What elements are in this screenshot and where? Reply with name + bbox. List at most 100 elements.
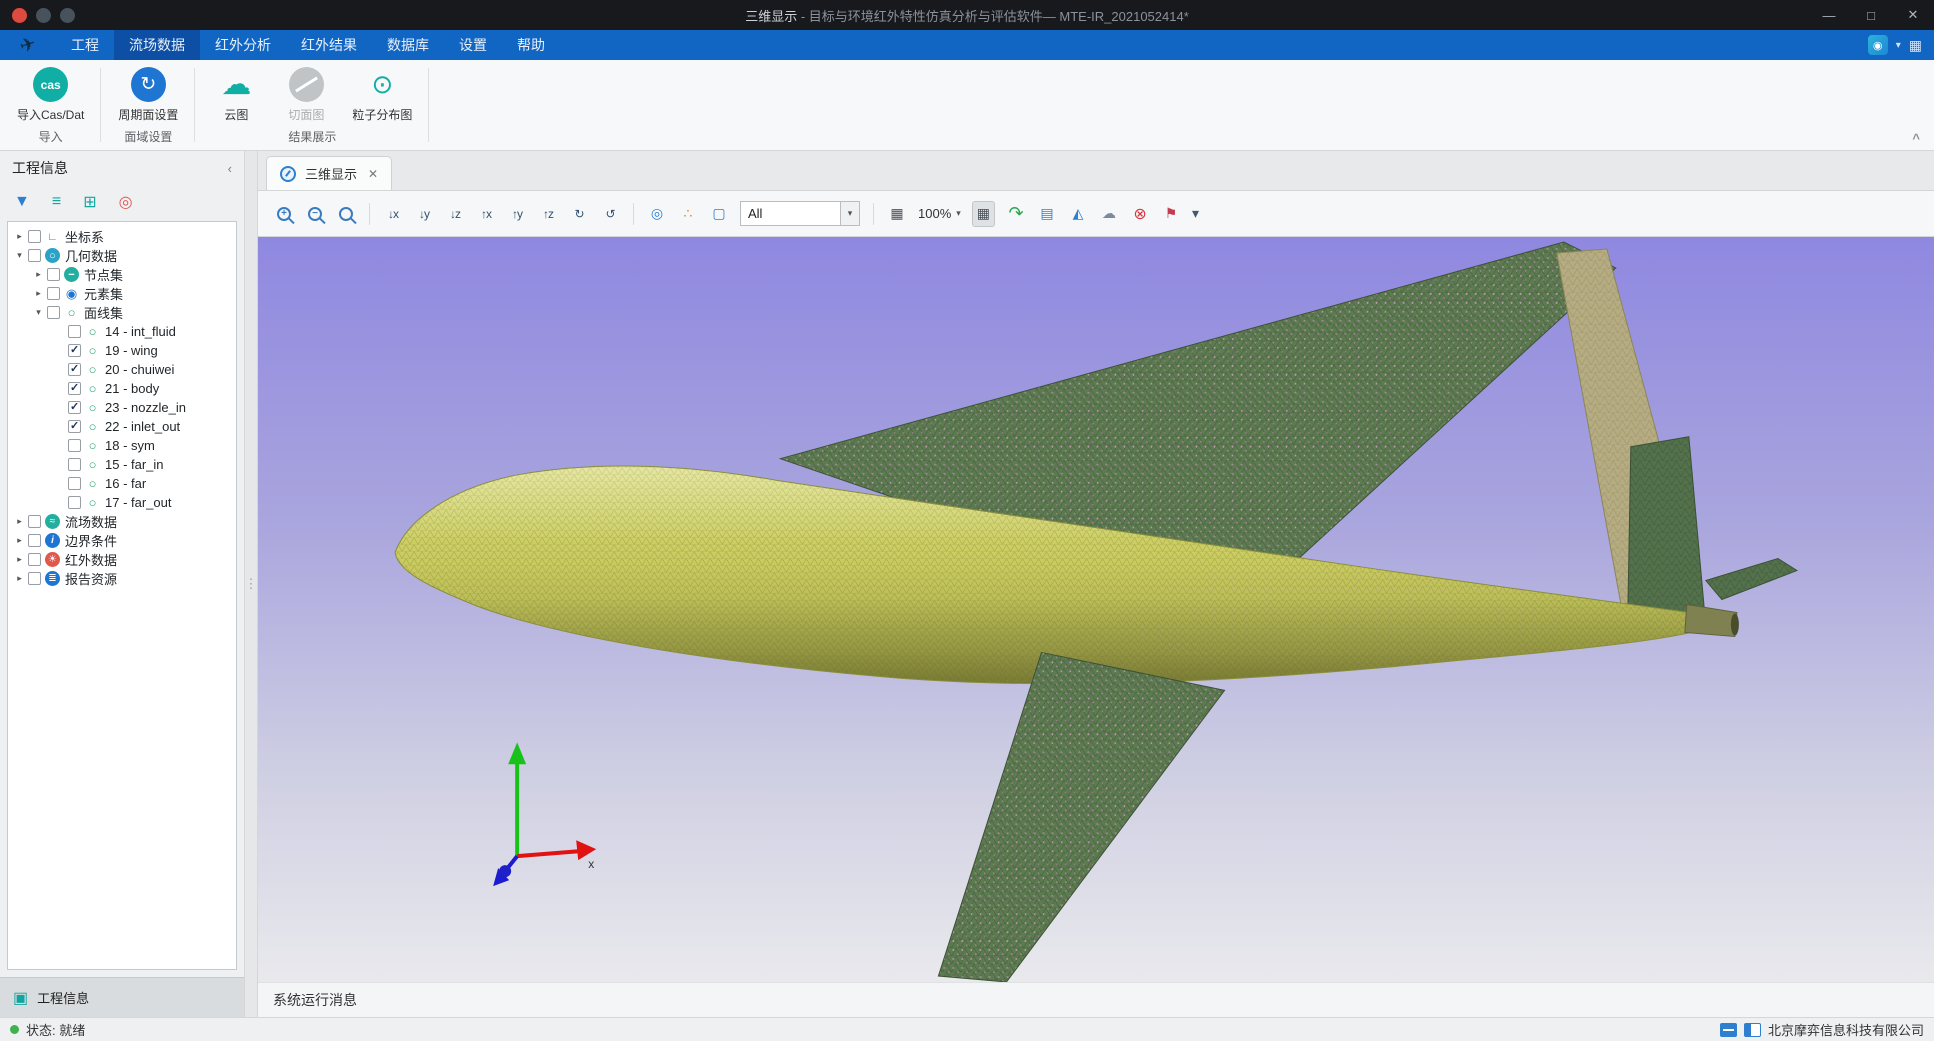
locate-icon[interactable]: ◎: [119, 192, 133, 212]
checkbox[interactable]: [28, 572, 41, 585]
display-filter-select[interactable]: All ▾: [740, 201, 860, 226]
checkbox[interactable]: [28, 249, 41, 262]
zoom-out-button[interactable]: −: [305, 201, 325, 227]
periodic-face-settings-button[interactable]: ↻ 周期面设置: [115, 66, 181, 124]
tree-item-report-resources[interactable]: ▸ ≣ 报告资源: [8, 569, 236, 588]
tree-item-23-nozzle-in[interactable]: ○ 23 - nozzle_in: [8, 398, 236, 417]
snapshot-button[interactable]: ▤: [1037, 201, 1057, 227]
tree-item-19-wing[interactable]: ○ 19 - wing: [8, 341, 236, 360]
expand-arrow-icon[interactable]: ▾: [32, 307, 45, 318]
apps-grid-icon[interactable]: ▦: [1909, 37, 1922, 54]
tree-item-16-far[interactable]: ○ 16 - far: [8, 474, 236, 493]
checkbox[interactable]: [68, 477, 81, 490]
tree-item-node-set[interactable]: ▸ − 节点集: [8, 265, 236, 284]
tree-item-coordinate-system[interactable]: ▸ ∟ 坐标系: [8, 227, 236, 246]
tree-item-geometry-data[interactable]: ▾ ○ 几何数据: [8, 246, 236, 265]
export-view-button[interactable]: ↷: [1006, 201, 1026, 227]
menu-tab-project[interactable]: 工程: [56, 30, 114, 60]
zoom-caret-icon[interactable]: ▾: [956, 208, 961, 219]
view-neg-x-button[interactable]: ↓x: [383, 201, 403, 227]
menu-tab-help[interactable]: 帮助: [502, 30, 560, 60]
app-icon-1[interactable]: [36, 8, 51, 23]
menu-tab-settings[interactable]: 设置: [444, 30, 502, 60]
menu-tab-database[interactable]: 数据库: [372, 30, 444, 60]
checkbox[interactable]: [68, 496, 81, 509]
checkbox[interactable]: [68, 344, 81, 357]
checkbox[interactable]: [68, 458, 81, 471]
menu-tab-infrared-results[interactable]: 红外结果: [286, 30, 372, 60]
mirror-button[interactable]: ◭: [1068, 201, 1088, 227]
app-icon-red[interactable]: [12, 8, 27, 23]
filter-icon[interactable]: ▼: [14, 193, 30, 211]
checkbox[interactable]: [28, 515, 41, 528]
zoom-in-button[interactable]: +: [274, 201, 294, 227]
grid-toggle-button[interactable]: ▦: [972, 201, 995, 227]
tree-item-21-body[interactable]: ○ 21 - body: [8, 379, 236, 398]
tree-item-18-sym[interactable]: ○ 18 - sym: [8, 436, 236, 455]
tree-item-boundary-conditions[interactable]: ▸ i 边界条件: [8, 531, 236, 550]
statusbar-split-icon[interactable]: [1744, 1023, 1761, 1037]
tree-item-flow-field-data[interactable]: ▸ ≈ 流场数据: [8, 512, 236, 531]
menubar-caret-icon[interactable]: ▾: [1896, 40, 1901, 51]
checkbox[interactable]: [28, 534, 41, 547]
expand-arrow-icon[interactable]: ▸: [13, 554, 26, 565]
account-icon[interactable]: ◉: [1868, 35, 1888, 55]
checkbox[interactable]: [68, 439, 81, 452]
tab-close-icon[interactable]: ✕: [368, 167, 378, 181]
rotate-ccw-button[interactable]: ↺: [600, 201, 620, 227]
maximize-button[interactable]: □: [1850, 0, 1892, 30]
tree-item-element-set[interactable]: ▸ ◉ 元素集: [8, 284, 236, 303]
view-pos-x-button[interactable]: ↑x: [476, 201, 496, 227]
ribbon-collapse-button[interactable]: ^: [1912, 131, 1920, 146]
view-neg-z-button[interactable]: ↓z: [445, 201, 465, 227]
menu-tab-infrared-analysis[interactable]: 红外分析: [200, 30, 286, 60]
grid-view-icon[interactable]: ⊞: [83, 192, 96, 212]
particles-button[interactable]: ∴: [678, 201, 698, 227]
tree-item-20-chuiwei[interactable]: ○ 20 - chuiwei: [8, 360, 236, 379]
view-pos-z-button[interactable]: ↑z: [538, 201, 558, 227]
view-pos-y-button[interactable]: ↑y: [507, 201, 527, 227]
flag-button[interactable]: ⚑: [1161, 201, 1181, 227]
viewport-canvas[interactable]: x: [258, 237, 1934, 982]
panel-collapse-button[interactable]: ‹: [228, 161, 232, 176]
probe-button[interactable]: ◎: [647, 201, 667, 227]
checkbox[interactable]: [68, 325, 81, 338]
texture-icon[interactable]: ▦: [887, 201, 907, 227]
checkbox[interactable]: [68, 401, 81, 414]
import-cas-dat-button[interactable]: cas 导入Cas/Dat: [14, 66, 87, 124]
checkbox[interactable]: [47, 306, 60, 319]
expand-arrow-icon[interactable]: ▾: [13, 250, 26, 261]
checkbox[interactable]: [47, 268, 60, 281]
close-button[interactable]: ✕: [1892, 0, 1934, 30]
panel-bottom-bar[interactable]: ▣ 工程信息: [0, 977, 244, 1017]
tab-3d-display[interactable]: 三维显示 ✕: [266, 156, 392, 190]
zoom-fit-button[interactable]: [336, 201, 356, 227]
minimize-button[interactable]: —: [1808, 0, 1850, 30]
expand-arrow-icon[interactable]: ▸: [13, 573, 26, 584]
tree-item-face-set[interactable]: ▾ ○ 面线集: [8, 303, 236, 322]
expand-arrow-icon[interactable]: ▸: [13, 516, 26, 527]
expand-arrow-icon[interactable]: ▸: [32, 269, 45, 280]
select-caret-icon[interactable]: ▾: [840, 202, 859, 225]
tree-item-14-int-fluid[interactable]: ○ 14 - int_fluid: [8, 322, 236, 341]
box-select-button[interactable]: ▢: [709, 201, 729, 227]
particle-distribution-button[interactable]: ⊙ 粒子分布图: [349, 66, 415, 124]
tree-item-infrared-data[interactable]: ▸ ☀ 红外数据: [8, 550, 236, 569]
checkbox[interactable]: [68, 382, 81, 395]
app-icon-2[interactable]: [60, 8, 75, 23]
checkbox[interactable]: [68, 363, 81, 376]
menu-tab-flow-field-data[interactable]: 流场数据: [114, 30, 200, 60]
expand-arrow-icon[interactable]: ▸: [13, 231, 26, 242]
viewport-3d[interactable]: x: [258, 237, 1934, 982]
statusbar-layout-icon[interactable]: [1720, 1023, 1737, 1037]
panel-splitter[interactable]: ⋮: [245, 151, 258, 1017]
flag-caret-icon[interactable]: ▾: [1192, 205, 1199, 222]
expand-arrow-icon[interactable]: ▸: [32, 288, 45, 299]
clear-selection-button[interactable]: ⊗: [1130, 201, 1150, 227]
rotate-cw-button[interactable]: ↻: [569, 201, 589, 227]
zoom-level-control[interactable]: 100% ▾: [918, 206, 961, 221]
checkbox[interactable]: [28, 230, 41, 243]
tree-item-15-far-in[interactable]: ○ 15 - far_in: [8, 455, 236, 474]
lasso-select-button[interactable]: ☁: [1099, 201, 1119, 227]
checkbox[interactable]: [68, 420, 81, 433]
